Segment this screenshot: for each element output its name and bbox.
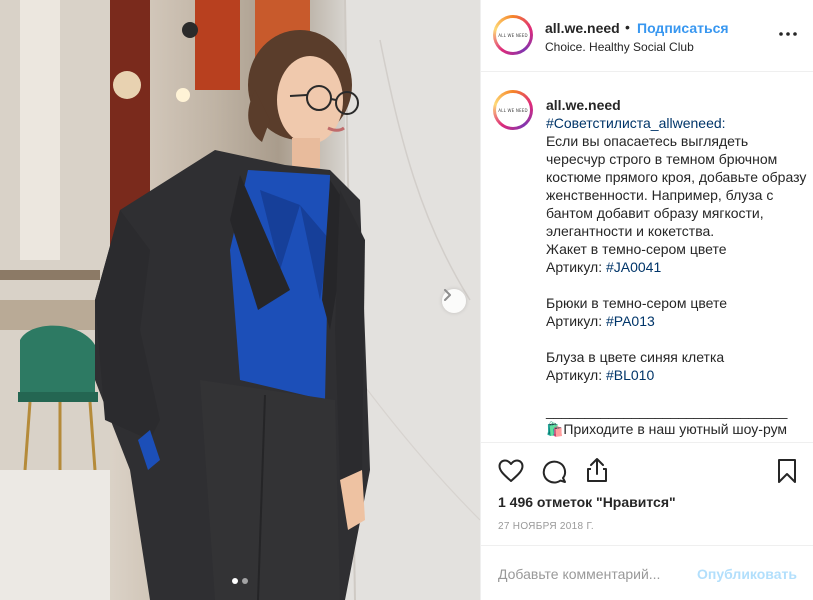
- avatar-logo-text: ALL WE NEED: [496, 18, 530, 52]
- item1-name: Жакет в темно-сером цвете: [546, 241, 727, 257]
- follow-button[interactable]: Подписаться: [637, 20, 729, 36]
- photo-illustration: [0, 0, 480, 600]
- publish-button[interactable]: Опубликовать: [697, 566, 797, 582]
- post-caption: ALL WE NEED all.we.need #Советстилиста_al…: [481, 72, 813, 442]
- post-username-link[interactable]: all.we.need: [545, 20, 620, 36]
- header-separator: •: [625, 19, 630, 35]
- comment-icon[interactable]: [541, 459, 567, 485]
- item2-prefix: Артикул:: [546, 313, 606, 329]
- item1-prefix: Артикул:: [546, 259, 606, 275]
- location-link[interactable]: Choice. Healthy Social Club: [545, 40, 694, 54]
- caption-text: all.we.need #Советстилиста_allweneed: Есл…: [546, 96, 808, 438]
- caption-avatar-logo-text: ALL WE NEED: [496, 93, 530, 127]
- item3-prefix: Артикул:: [546, 367, 606, 383]
- chevron-right-icon: [444, 289, 451, 301]
- carousel-dot: [242, 578, 248, 584]
- heart-icon[interactable]: [498, 459, 524, 483]
- item2-code-link[interactable]: #PA013: [606, 313, 655, 329]
- post-side-panel: ALL WE NEED all.we.need • Подписаться Ch…: [480, 0, 813, 600]
- more-horizontal-icon[interactable]: [777, 26, 799, 42]
- caption-avatar[interactable]: ALL WE NEED: [493, 90, 533, 130]
- item3-name: Блуза в цвете синяя клетка: [546, 349, 725, 365]
- caption-paragraph: Если вы опасаетесь выглядеть чересчур ст…: [546, 133, 811, 239]
- carousel-dot-active: [232, 578, 238, 584]
- item1-code-link[interactable]: #JA0041: [606, 259, 661, 275]
- share-icon[interactable]: [585, 457, 609, 483]
- likes-count[interactable]: 1 496 отметок "Нравится": [498, 494, 676, 510]
- carousel-next-button[interactable]: [442, 289, 466, 313]
- caption-divider: _______________________________: [546, 403, 788, 419]
- item2-name: Брюки в темно-сером цвете: [546, 295, 728, 311]
- caption-cta: 🛍️Приходите в наш уютный шоу-рум: [546, 421, 788, 437]
- bookmark-icon[interactable]: [777, 458, 797, 484]
- caption-username-link[interactable]: all.we.need: [546, 96, 808, 114]
- item3-code-link[interactable]: #BL010: [606, 367, 654, 383]
- avatar[interactable]: ALL WE NEED: [493, 15, 533, 55]
- post-photo[interactable]: [0, 0, 480, 600]
- caption-hashtag-link[interactable]: #Советстилиста_allweneed:: [546, 115, 726, 131]
- post-date[interactable]: 27 НОЯБРЯ 2018 Г.: [498, 521, 594, 532]
- comment-input[interactable]: [498, 564, 688, 584]
- add-comment-form: Опубликовать: [481, 545, 813, 600]
- carousel-indicator: [232, 578, 248, 584]
- post-header: ALL WE NEED all.we.need • Подписаться Ch…: [481, 0, 813, 72]
